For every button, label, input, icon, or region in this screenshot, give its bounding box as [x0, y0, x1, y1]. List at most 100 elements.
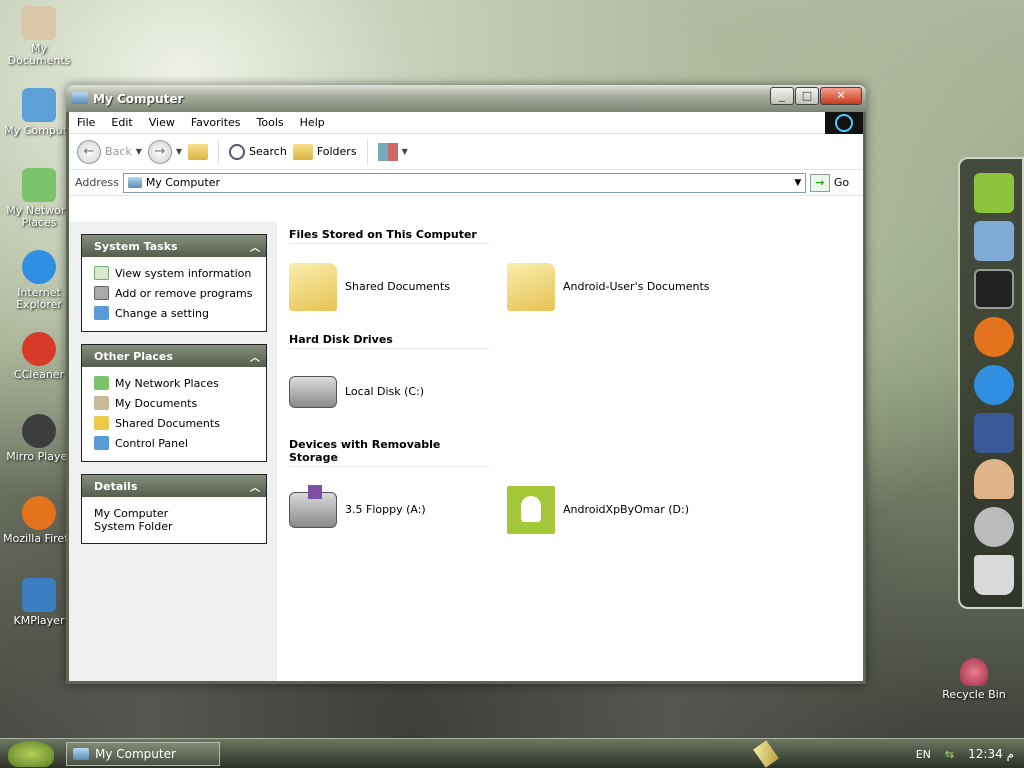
desktop-icon-label: Recycle Bin [942, 688, 1006, 701]
language-indicator[interactable]: EN [916, 748, 931, 761]
android-icon[interactable] [974, 173, 1014, 213]
system-tasks-header[interactable]: System Tasks ︿ [82, 235, 266, 257]
views-button[interactable]: ▼ [377, 142, 408, 161]
menu-view[interactable]: View [141, 116, 183, 129]
panel-title: System Tasks [94, 240, 178, 253]
start-button[interactable] [8, 741, 54, 767]
minimize-button[interactable]: _ [770, 87, 794, 105]
desktop-icon-my-documents[interactable]: My Documents [0, 6, 78, 67]
group-hard-disk-drives: Hard Disk Drives [289, 333, 489, 349]
item-android-drive-d[interactable]: AndroidXpByOmar (D:) [507, 485, 725, 534]
window-title: My Computer [93, 92, 184, 106]
window-titlebar[interactable]: My Computer _ □ ✕ [66, 85, 866, 112]
address-value: My Computer [145, 176, 220, 189]
details-panel: Details ︿ My Computer System Folder [81, 474, 267, 544]
internet-explorer-icon[interactable] [974, 365, 1014, 405]
collapse-chevron-icon[interactable]: ︿ [250, 479, 260, 494]
folders-button[interactable]: Folders [292, 143, 357, 160]
task-label: Change a setting [115, 306, 209, 320]
desktop-icon-recycle-bin[interactable]: Recycle Bin [935, 658, 1013, 701]
task-add-remove-programs[interactable]: Add or remove programs [94, 283, 254, 303]
support-agent-icon[interactable] [974, 459, 1014, 499]
recycle-bin-icon [960, 658, 988, 686]
firefox-icon[interactable] [974, 317, 1014, 357]
task-pane: System Tasks ︿ View system information A… [69, 222, 277, 681]
menu-favorites[interactable]: Favorites [183, 116, 249, 129]
menu-tools[interactable]: Tools [249, 116, 292, 129]
task-change-setting[interactable]: Change a setting [94, 303, 254, 323]
collapse-chevron-icon[interactable]: ︿ [250, 349, 260, 364]
folder-icon [289, 262, 337, 311]
computer-icon[interactable] [974, 221, 1014, 261]
menu-edit[interactable]: Edit [103, 116, 140, 129]
menu-bar: File Edit View Favorites Tools Help [69, 111, 863, 134]
item-android-user-documents[interactable]: Android-User's Documents [507, 262, 725, 311]
place-network-places[interactable]: My Network Places [94, 373, 254, 393]
item-local-disk-c[interactable]: Local Disk (C:) [289, 375, 507, 408]
close-button[interactable]: ✕ [820, 87, 862, 105]
file-view: Files Stored on This Computer Shared Doc… [277, 222, 863, 681]
search-button[interactable]: Search [229, 143, 287, 160]
android-drive-icon [507, 485, 555, 534]
place-shared-documents[interactable]: Shared Documents [94, 413, 254, 433]
other-places-panel: Other Places ︿ My Network Places My Docu… [81, 344, 267, 462]
back-label: Back [105, 145, 132, 158]
back-button[interactable]: ← Back ▼ [77, 139, 142, 164]
maximize-button[interactable]: □ [795, 87, 819, 105]
network-places-icon [22, 168, 56, 202]
info-icon [94, 266, 109, 280]
details-header[interactable]: Details ︿ [82, 475, 266, 497]
place-control-panel[interactable]: Control Panel [94, 433, 254, 453]
system-tasks-panel: System Tasks ︿ View system information A… [81, 234, 267, 332]
forward-arrow-icon: → [147, 139, 172, 164]
item-floppy-a[interactable]: 3.5 Floppy (A:) [289, 484, 507, 528]
my-computer-icon [22, 88, 56, 122]
taskbar-button-label: My Computer [95, 747, 176, 761]
go-arrow-icon[interactable]: → [809, 173, 830, 192]
my-computer-icon [73, 748, 89, 760]
chevron-down-icon[interactable]: ▼ [176, 147, 182, 156]
application-dock [958, 157, 1024, 609]
group-removable-storage: Devices with Removable Storage [289, 438, 489, 467]
firefox-icon [22, 496, 56, 530]
task-view-system-information[interactable]: View system information [94, 263, 254, 283]
documents-icon [94, 396, 109, 410]
mirro-player-icon [22, 414, 56, 448]
menu-help[interactable]: Help [292, 116, 333, 129]
address-bar: Address My Computer ▼ → Go [69, 170, 863, 196]
taskbar-button-my-computer[interactable]: My Computer [66, 742, 220, 766]
taskbar: My Computer EN ⇆ 12:34 م [0, 738, 1024, 768]
settings-icon [94, 306, 109, 320]
network-tray-icon[interactable]: ⇆ [945, 748, 954, 761]
place-my-documents[interactable]: My Documents [94, 393, 254, 413]
menu-file[interactable]: File [69, 116, 103, 129]
clock-period: م [1006, 747, 1014, 761]
tablet-icon[interactable] [974, 269, 1014, 309]
forward-button[interactable]: → ▼ [147, 139, 182, 164]
programs-icon [94, 286, 109, 300]
facebook-icon[interactable] [974, 413, 1014, 453]
pen-icon[interactable] [753, 740, 779, 768]
up-folder-button[interactable] [188, 143, 209, 160]
clock-time: 12:34 [968, 747, 1003, 761]
chevron-down-icon[interactable]: ▼ [791, 174, 805, 192]
settings-gear-icon[interactable] [974, 507, 1014, 547]
item-shared-documents[interactable]: Shared Documents [289, 262, 507, 311]
up-folder-icon [188, 143, 209, 160]
windows-logo-icon [825, 111, 863, 134]
task-label: View system information [115, 266, 252, 280]
my-computer-window: My Computer _ □ ✕ File Edit View Favorit… [66, 85, 866, 684]
other-places-header[interactable]: Other Places ︿ [82, 345, 266, 367]
toolbar: ← Back ▼ → ▼ Search Folders ▼ [69, 134, 863, 170]
item-label: 3.5 Floppy (A:) [345, 503, 426, 516]
address-input[interactable]: My Computer ▼ [122, 172, 806, 193]
go-button[interactable]: Go [834, 176, 849, 189]
views-icon [377, 142, 398, 161]
panel-title: Other Places [94, 350, 173, 363]
trash-icon[interactable] [974, 555, 1014, 595]
collapse-chevron-icon[interactable]: ︿ [250, 239, 260, 254]
chevron-down-icon[interactable]: ▼ [136, 147, 142, 156]
toolbar-divider [218, 139, 220, 164]
clock[interactable]: 12:34 م [968, 747, 1014, 761]
desktop-icon-label: My Documents [7, 42, 71, 67]
